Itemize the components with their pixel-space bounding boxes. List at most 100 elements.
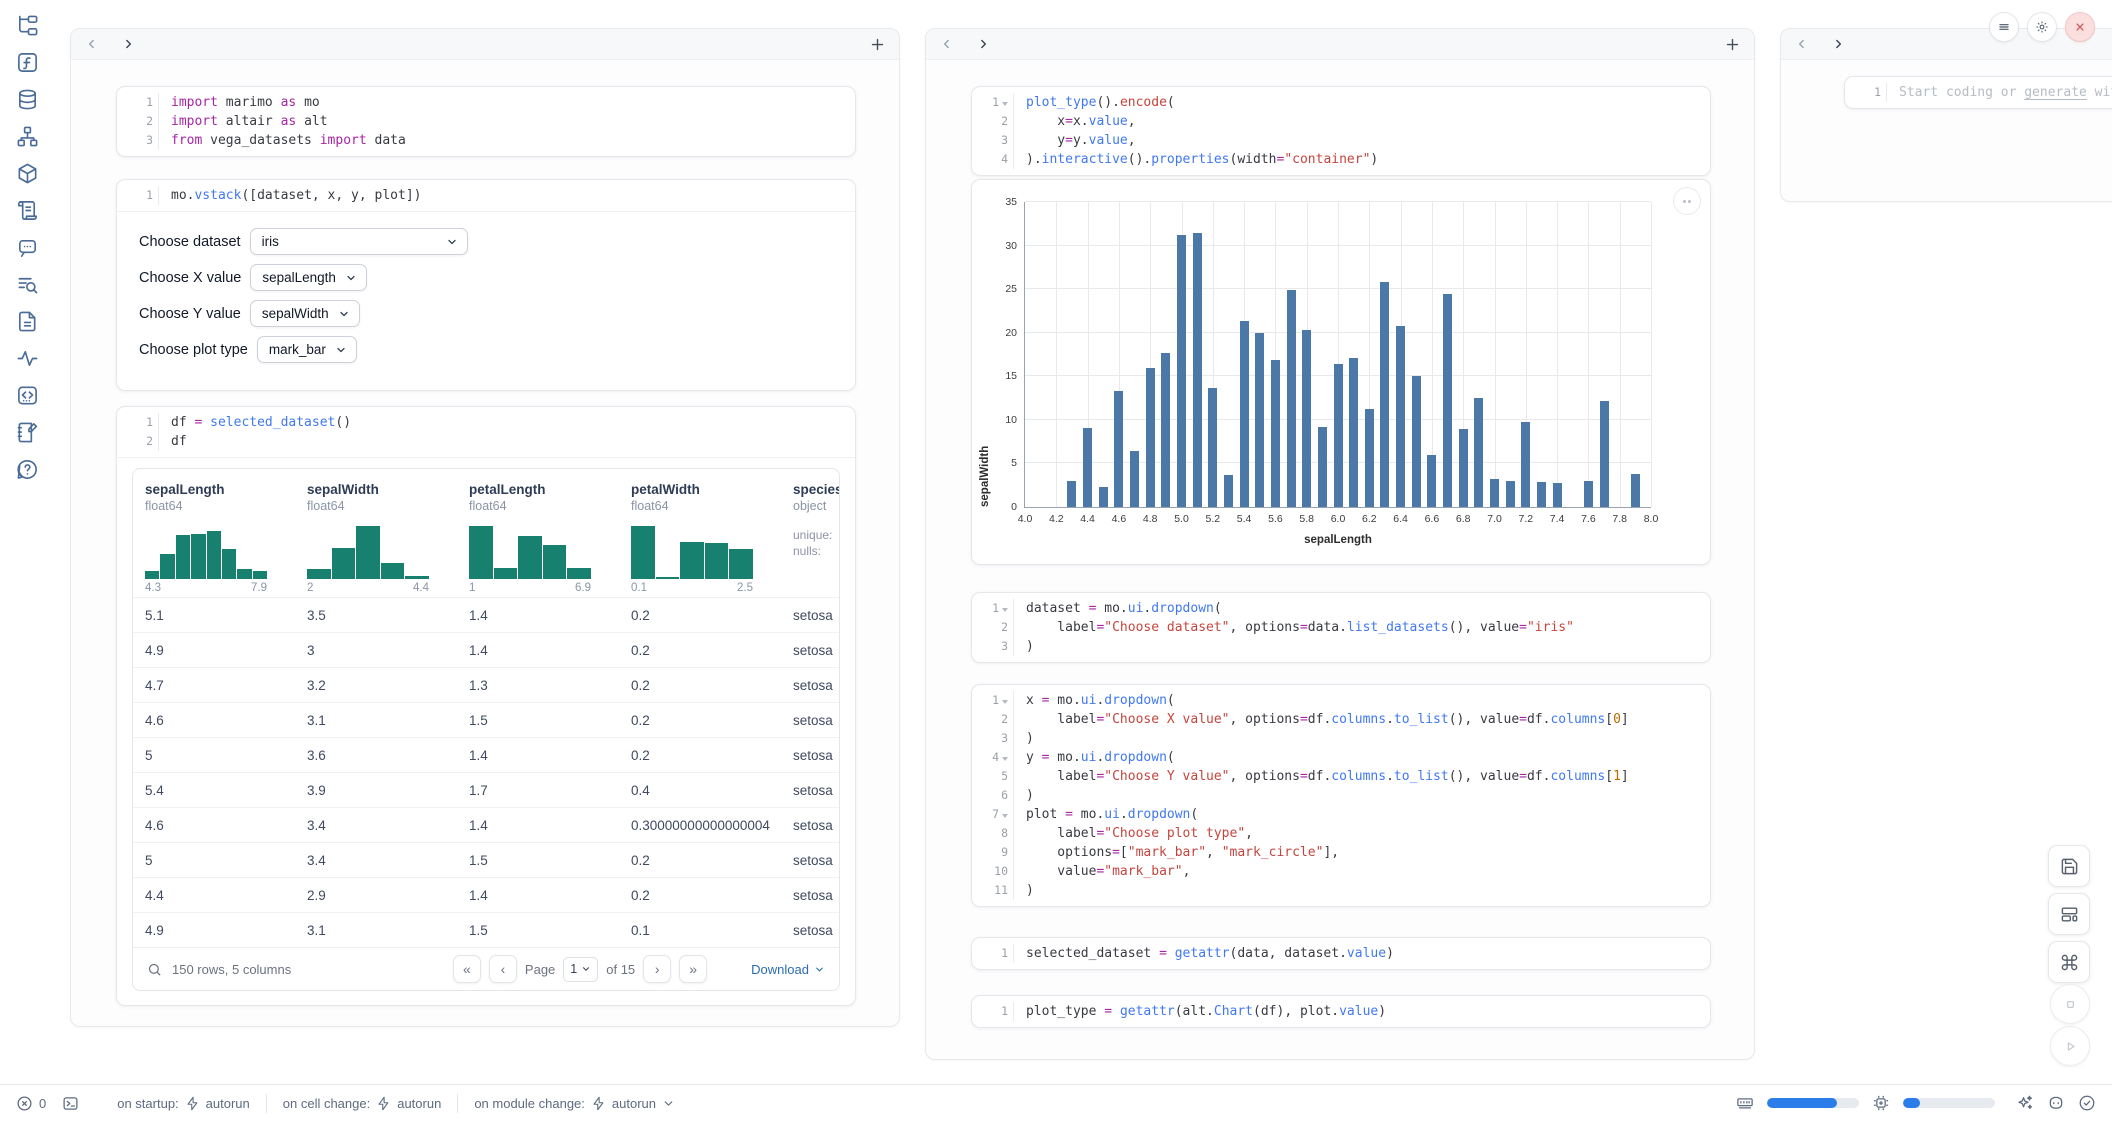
next-page-button[interactable]: › bbox=[643, 955, 671, 983]
table-row[interactable]: 53.41.50.2setosa bbox=[133, 842, 840, 877]
menu-icon[interactable] bbox=[1989, 12, 2019, 42]
ai-sparkles-icon[interactable] bbox=[2016, 1094, 2034, 1112]
table-row[interactable]: 4.93.11.50.1setosa bbox=[133, 912, 840, 947]
snippets-icon[interactable] bbox=[16, 384, 39, 407]
column-next-icon[interactable] bbox=[1831, 37, 1845, 51]
code-line: 4).interactive().properties(width="conta… bbox=[972, 150, 1710, 169]
add-cell-icon[interactable] bbox=[870, 37, 885, 52]
last-page-button[interactable]: » bbox=[679, 955, 707, 983]
cell-vstack[interactable]: 1mo.vstack([dataset, x, y, plot]) Choose… bbox=[116, 179, 856, 391]
chart-bar bbox=[1631, 474, 1640, 507]
save-button[interactable] bbox=[2048, 845, 2090, 887]
copilot-icon[interactable] bbox=[2047, 1094, 2065, 1112]
table-column-header[interactable]: sepalLengthfloat644.37.9 bbox=[133, 482, 295, 597]
column-prev-icon[interactable] bbox=[85, 37, 99, 51]
table-row[interactable]: 5.43.91.70.4setosa bbox=[133, 772, 840, 807]
shutdown-close-icon[interactable] bbox=[2065, 12, 2095, 42]
chart-bar bbox=[1506, 481, 1515, 507]
runtime-config-2[interactable]: on cell change:autorun bbox=[267, 1096, 458, 1111]
code-line: 1import marimo as mo bbox=[117, 93, 855, 112]
code-line: 1df = selected_dataset() bbox=[117, 413, 855, 432]
tracing-icon[interactable] bbox=[16, 347, 39, 370]
chart-bar bbox=[1224, 475, 1233, 507]
help-icon[interactable] bbox=[16, 458, 39, 481]
chart-bar bbox=[1412, 376, 1421, 507]
column-next-icon[interactable] bbox=[121, 37, 135, 51]
table-column-header[interactable]: sepalWidthfloat6424.4 bbox=[295, 482, 457, 597]
cell-xy-plot-dropdowns[interactable]: 1x = mo.ui.dropdown(2 label="Choose X va… bbox=[971, 684, 1711, 907]
table-row[interactable]: 4.63.11.50.2setosa bbox=[133, 702, 840, 737]
file-tree-icon[interactable] bbox=[16, 14, 39, 37]
cell-empty-new[interactable]: 1 Start coding or generate with AI bbox=[1844, 76, 2112, 109]
control-label: Choose plot type bbox=[139, 342, 248, 358]
cell-selected-dataset[interactable]: 1selected_dataset = getattr(data, datase… bbox=[971, 937, 1711, 970]
choose-y-value-select[interactable]: sepalWidth bbox=[250, 300, 360, 327]
control-row: Choose Y value sepalWidth bbox=[139, 300, 833, 327]
bar-chart[interactable]: 4.04.24.44.64.85.05.25.45.65.86.06.26.46… bbox=[1024, 202, 1651, 508]
settings-gear-icon[interactable] bbox=[2027, 12, 2057, 42]
cell-dataframe[interactable]: 1df = selected_dataset()2df sepalLengthf… bbox=[116, 406, 856, 1006]
choose-plot-type-select[interactable]: mark_bar bbox=[257, 336, 357, 363]
package-icon[interactable] bbox=[16, 162, 39, 185]
table-row[interactable]: 4.42.91.40.2setosa bbox=[133, 877, 840, 912]
stop-kernel-button[interactable] bbox=[2050, 984, 2090, 1024]
table-row[interactable]: 5.13.51.40.2setosa bbox=[133, 597, 840, 632]
memory-usage-meter[interactable] bbox=[1767, 1098, 1859, 1108]
chart-bar bbox=[1380, 282, 1389, 507]
ai-chat-icon[interactable] bbox=[16, 236, 39, 259]
table-column-header[interactable]: petalWidthfloat640.12.5 bbox=[619, 482, 781, 597]
cell-plot-type[interactable]: 1plot_type = getattr(alt.Chart(df), plot… bbox=[971, 995, 1711, 1028]
scratchpad-icon[interactable] bbox=[16, 199, 39, 222]
cell-imports[interactable]: 1import marimo as mo2import altair as al… bbox=[116, 86, 856, 157]
layout-button[interactable] bbox=[2048, 893, 2090, 935]
terminal-icon[interactable] bbox=[62, 1095, 79, 1112]
chart-bar bbox=[1584, 481, 1593, 507]
database-icon[interactable] bbox=[16, 88, 39, 111]
control-label: Choose Y value bbox=[139, 306, 241, 322]
page-label: Page bbox=[525, 962, 555, 977]
x-tick-label: 5.6 bbox=[1260, 513, 1290, 525]
keyboard-shortcuts-button[interactable] bbox=[2048, 941, 2090, 983]
x-tick-label: 6.8 bbox=[1448, 513, 1478, 525]
table-column-header[interactable]: petalLengthfloat6416.9 bbox=[457, 482, 619, 597]
table-row[interactable]: 4.931.40.2setosa bbox=[133, 632, 840, 667]
code-line: 2 label="Choose X value", options=df.col… bbox=[972, 710, 1710, 729]
download-button[interactable]: Download bbox=[751, 962, 825, 977]
functions-icon[interactable] bbox=[16, 51, 39, 74]
prev-page-button[interactable]: ‹ bbox=[489, 955, 517, 983]
connection-status-icon[interactable] bbox=[2078, 1094, 2096, 1112]
run-all-button[interactable] bbox=[2050, 1026, 2090, 1066]
logs-icon[interactable] bbox=[16, 273, 39, 296]
code-line: 5 label="Choose Y value", options=df.col… bbox=[972, 767, 1710, 786]
code-placeholder[interactable]: Start coding or generate with AI bbox=[1886, 83, 2112, 102]
dependency-graph-icon[interactable] bbox=[16, 125, 39, 148]
chart-bar bbox=[1161, 353, 1170, 507]
table-row[interactable]: 4.63.41.40.30000000000000004setosa bbox=[133, 807, 840, 842]
output-menu-icon[interactable] bbox=[1673, 187, 1701, 215]
table-column-header[interactable]: speciesobjectunique:nulls: bbox=[781, 482, 840, 597]
cpu-usage-meter[interactable] bbox=[1903, 1098, 1995, 1108]
column-next-icon[interactable] bbox=[976, 37, 990, 51]
notebook-icon[interactable] bbox=[16, 421, 39, 444]
table-footer: 150 rows, 5 columns « ‹ Page 1 of 15 › » bbox=[133, 947, 839, 990]
cell-dataset-dropdown[interactable]: 1dataset = mo.ui.dropdown(2 label="Choos… bbox=[971, 592, 1711, 663]
runtime-config-1[interactable]: on startup:autorun bbox=[101, 1096, 266, 1111]
cell-encode[interactable]: 1plot_type().encode(2 x=x.value,3 y=y.va… bbox=[971, 86, 1711, 176]
chart-bar bbox=[1521, 422, 1530, 507]
first-page-button[interactable]: « bbox=[453, 955, 481, 983]
table-row[interactable]: 53.61.40.2setosa bbox=[133, 737, 840, 772]
errors-indicator[interactable]: 0 bbox=[16, 1095, 46, 1112]
runtime-config-3[interactable]: on module change:autorun bbox=[458, 1096, 691, 1111]
page-select[interactable]: 1 bbox=[563, 957, 598, 982]
add-cell-icon[interactable] bbox=[1725, 37, 1740, 52]
chart-bar bbox=[1287, 290, 1296, 507]
search-icon[interactable] bbox=[147, 962, 162, 977]
table-row[interactable]: 4.73.21.30.2setosa bbox=[133, 667, 840, 702]
choose-dataset-select[interactable]: iris bbox=[250, 228, 468, 255]
code-line: 3) bbox=[972, 729, 1710, 748]
chart-bar bbox=[1349, 358, 1358, 507]
column-prev-icon[interactable] bbox=[1795, 37, 1809, 51]
column-prev-icon[interactable] bbox=[940, 37, 954, 51]
choose-x-value-select[interactable]: sepalLength bbox=[250, 264, 367, 291]
documentation-icon[interactable] bbox=[16, 310, 39, 333]
